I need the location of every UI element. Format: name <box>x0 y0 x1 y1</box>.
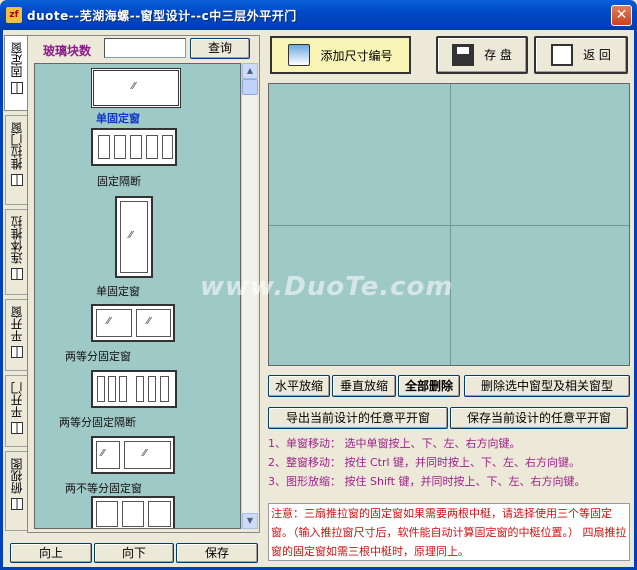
move-down-button[interactable]: 向下 <box>94 543 174 563</box>
list-item[interactable]: ⁄⁄ 单固定窗 <box>91 196 181 298</box>
scroll-thumb[interactable] <box>242 79 258 95</box>
help-line: 3、图形放缩： 按住 Shift 键，并同时按上、下、左、右方向键。 <box>268 475 586 488</box>
list-item[interactable]: 两等分固定隔断 <box>59 370 205 430</box>
save-design-button[interactable]: 保存当前设计的任意平开窗 <box>450 407 628 429</box>
app-icon: zf <box>6 7 22 23</box>
window-type-list: ⁄⁄ 单固定窗 固定隔断 ⁄⁄ 单固定窗 ⁄⁄ ⁄⁄ 两等分固定窗 两等分固定隔… <box>34 63 241 529</box>
window-thumbnail: ⁄⁄ <box>91 68 181 108</box>
window-thumbnail: ⁄⁄ ⁄⁄ <box>91 436 175 474</box>
back-button[interactable]: 返 回 <box>534 36 628 74</box>
add-size-number-button[interactable]: 添加尺寸编号 <box>270 36 411 74</box>
list-item[interactable] <box>91 496 181 528</box>
note-box: 注意：三扇推拉窗的固定窗如果需要两根中梃，请选择使用三个等固定窗。（输入推拉窗尺… <box>268 503 630 561</box>
tab-fixed-window[interactable]: 固定窗 <box>4 35 28 111</box>
list-item[interactable]: ⁄⁄ ⁄⁄ 两不等分固定窗 <box>65 436 205 496</box>
casement-door-icon <box>10 422 23 434</box>
list-save-button[interactable]: 保存 <box>176 543 258 563</box>
top-view-icon <box>10 498 23 510</box>
title-bar: zf duote--芜湖海螺--窗型设计--c中三层外平开门 ✕ <box>0 0 637 30</box>
tab-casement-window[interactable]: 平开窗 <box>5 299 27 371</box>
query-button[interactable]: 查询 <box>190 38 250 59</box>
linked-sliding-icon <box>10 268 23 280</box>
tab-top-view[interactable]: 俯视图 <box>5 451 27 531</box>
casement-window-icon <box>10 346 23 358</box>
window-title: duote--芜湖海螺--窗型设计--c中三层外平开门 <box>27 8 297 23</box>
window-type-panel: 玻璃块数 查询 ⁄⁄ 单固定窗 固定隔断 ⁄⁄ 单固定窗 ⁄⁄ ⁄⁄ 两等分固定… <box>27 35 260 533</box>
glass-count-label: 玻璃块数 <box>43 44 92 58</box>
scroll-up-arrow-icon[interactable]: ▲ <box>242 63 258 79</box>
help-line: 1、单窗移动： 选中单窗按上、下、左、右方向键。 <box>268 437 521 450</box>
list-item-caption: 两等分固定隔断 <box>59 416 136 429</box>
list-item-caption: 单固定窗 <box>96 112 140 125</box>
help-instructions: 1、单窗移动： 选中单窗按上、下、左、右方向键。 2、整窗移动： 按住 Ctrl… <box>268 434 630 491</box>
window-thumbnail <box>91 370 177 408</box>
list-item-caption: 固定隔断 <box>97 175 141 188</box>
window-thumbnail <box>91 496 175 528</box>
list-item[interactable]: 固定隔断 <box>91 128 181 188</box>
computer-icon <box>288 44 311 66</box>
tab-linked-sliding[interactable]: 连体推拉 <box>5 209 27 295</box>
move-up-button[interactable]: 向上 <box>10 543 92 563</box>
list-item[interactable]: ⁄⁄ 单固定窗 <box>91 68 181 125</box>
list-item-caption: 单固定窗 <box>96 285 140 298</box>
fixed-window-icon <box>10 82 23 94</box>
list-item-caption: 两等分固定窗 <box>65 350 131 363</box>
export-design-button[interactable]: 导出当前设计的任意平开窗 <box>268 407 448 429</box>
delete-selected-button[interactable]: 删除选中窗型及相关窗型 <box>464 375 630 397</box>
tab-sliding-window[interactable]: 推拉门窗 <box>5 115 27 205</box>
canvas-center-horizontal <box>269 225 629 226</box>
vertical-scale-button[interactable]: 垂直放缩 <box>332 375 396 397</box>
help-line: 2、整窗移动： 按住 Ctrl 键，并同时按上、下、左、右方向键。 <box>268 456 581 469</box>
horizontal-scale-button[interactable]: 水平放缩 <box>268 375 330 397</box>
vertical-tabs: 固定窗 推拉门窗 连体推拉 平开窗 平开门 俯视图 <box>4 35 28 533</box>
design-canvas[interactable] <box>268 83 630 366</box>
sliding-window-icon <box>10 174 23 186</box>
list-scrollbar[interactable]: ▲ ▼ <box>241 63 258 529</box>
save-disk-button[interactable]: 存 盘 <box>436 36 528 74</box>
delete-all-button[interactable]: 全部删除 <box>398 375 460 397</box>
exit-door-icon <box>551 44 574 66</box>
floppy-disk-icon <box>452 44 475 66</box>
glass-count-input[interactable] <box>104 38 186 58</box>
scroll-down-arrow-icon[interactable]: ▼ <box>242 513 258 529</box>
tab-casement-door[interactable]: 平开门 <box>5 375 27 447</box>
list-item[interactable]: ⁄⁄ ⁄⁄ 两等分固定窗 <box>65 304 185 364</box>
window-thumbnail: ⁄⁄ <box>115 196 153 278</box>
list-item-caption: 两不等分固定窗 <box>65 482 142 495</box>
close-button[interactable]: ✕ <box>611 5 632 26</box>
window-thumbnail <box>91 128 177 166</box>
window-thumbnail: ⁄⁄ ⁄⁄ <box>91 304 175 342</box>
